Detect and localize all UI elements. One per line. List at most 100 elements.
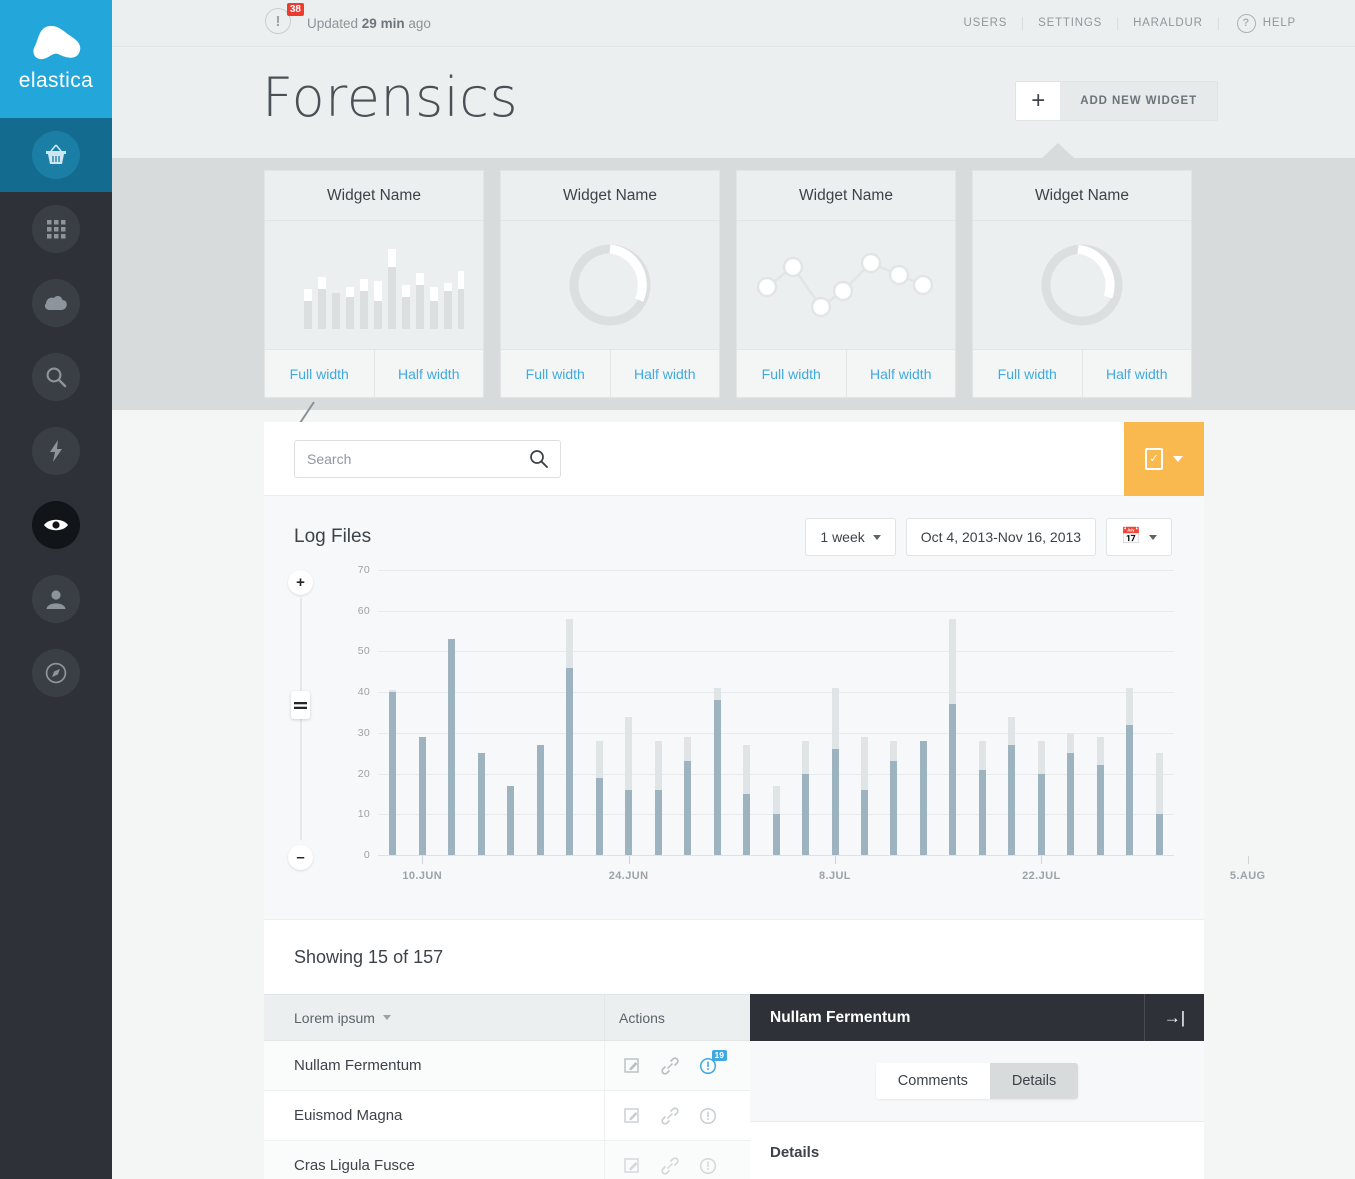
link-icon[interactable]	[661, 1106, 679, 1125]
bar-slot	[673, 570, 702, 855]
y-axis-tick: 70	[357, 564, 370, 576]
link-icon[interactable]	[661, 1056, 679, 1075]
table-row[interactable]: Nullam Fermentum 19	[264, 1040, 750, 1091]
widget-card[interactable]: Widget Name Full width Half width	[736, 170, 956, 398]
chart-bar[interactable]	[595, 741, 603, 855]
bar-slot	[909, 570, 938, 855]
table-row[interactable]: Euismod Magna	[264, 1090, 750, 1141]
search-input[interactable]	[307, 450, 529, 467]
table-row[interactable]: Cras Ligula Fusce	[264, 1140, 750, 1179]
widget-half-width-button[interactable]: Half width	[847, 350, 956, 397]
row-actions	[604, 1140, 750, 1179]
chart-bar[interactable]	[477, 753, 485, 855]
chart-bar[interactable]	[743, 745, 751, 855]
chart-bar[interactable]	[713, 688, 721, 855]
chart-bar[interactable]	[949, 618, 957, 855]
sidebar-item-cloud[interactable]	[0, 266, 112, 340]
alert-icon[interactable]: 19	[699, 1049, 727, 1075]
bar-segment-lower	[949, 704, 957, 855]
widget-full-width-button[interactable]: Full width	[265, 350, 375, 397]
date-range-display[interactable]: Oct 4, 2013-Nov 16, 2013	[905, 518, 1097, 556]
search-icon[interactable]	[529, 449, 548, 468]
search-field-wrapper[interactable]	[294, 439, 561, 478]
x-axis-ticks	[378, 856, 1249, 865]
column-header-name-label: Lorem ipsum	[294, 1009, 375, 1026]
widget-full-width-button[interactable]: Full width	[973, 350, 1083, 397]
widget-card[interactable]: Widget Name Full width Half width	[500, 170, 720, 398]
topnav-help[interactable]: ? HELP	[1219, 13, 1311, 33]
topnav-users[interactable]: USERS	[949, 16, 1024, 30]
chart-bar[interactable]	[860, 736, 868, 855]
link-icon[interactable]	[661, 1156, 679, 1175]
chart-bar[interactable]	[389, 690, 397, 855]
chart-bar[interactable]	[978, 741, 986, 855]
chart-bar[interactable]	[418, 736, 426, 855]
bar-slot	[1056, 570, 1085, 855]
topnav-settings[interactable]: SETTINGS	[1023, 16, 1119, 30]
chart-bar[interactable]	[890, 741, 898, 855]
zoom-slider-track[interactable]	[300, 598, 302, 840]
bar-segment-upper	[625, 716, 633, 790]
zoom-in-button[interactable]: +	[288, 570, 313, 595]
x-axis-tick-mark	[834, 856, 836, 864]
sidebar-item-basket[interactable]	[0, 118, 112, 192]
sort-caret-icon[interactable]	[382, 1015, 391, 1020]
bar-slot	[614, 570, 643, 855]
bar-slot	[1145, 570, 1174, 855]
chart-bar[interactable]	[536, 745, 544, 855]
widget-card[interactable]: Widget Name Full width Half width	[972, 170, 1192, 398]
edit-icon[interactable]	[623, 1107, 641, 1125]
edit-icon[interactable]	[623, 1057, 641, 1075]
interval-select[interactable]: 1 week	[805, 518, 896, 556]
brand-logo[interactable]: elastica	[0, 0, 112, 118]
widget-half-width-button[interactable]: Half width	[611, 350, 720, 397]
chart-bar[interactable]	[772, 785, 780, 855]
chart-bar[interactable]	[1096, 736, 1104, 855]
sidebar-item-forensics[interactable]	[0, 488, 112, 562]
chart-bar[interactable]	[625, 716, 633, 855]
chart-bar[interactable]	[1155, 753, 1163, 855]
chart-bar[interactable]	[1008, 716, 1016, 855]
tab-details[interactable]: Details	[989, 1063, 1079, 1099]
topnav-user-haraldur[interactable]: HARALDUR	[1118, 16, 1219, 30]
sidebar-item-search[interactable]	[0, 340, 112, 414]
sidebar-item-apps[interactable]	[0, 192, 112, 266]
bulk-select-button[interactable]: ✓	[1124, 422, 1204, 496]
sidebar-item-profile[interactable]	[0, 562, 112, 636]
alert-icon[interactable]	[699, 1157, 717, 1175]
zoom-slider-handle[interactable]	[291, 691, 310, 719]
zoom-out-button[interactable]: –	[288, 845, 313, 870]
chart-bar[interactable]	[802, 741, 810, 855]
widget-preview-line-chart	[737, 221, 955, 349]
chart-bar[interactable]	[1067, 732, 1075, 855]
bar-slot	[791, 570, 820, 855]
edit-icon[interactable]	[623, 1157, 641, 1175]
add-new-widget-button[interactable]: + ADD NEW WIDGET	[1015, 81, 1218, 121]
widget-half-width-button[interactable]: Half width	[375, 350, 484, 397]
sidebar-item-bolt[interactable]	[0, 414, 112, 488]
chart-bar[interactable]	[684, 736, 692, 855]
widget-full-width-button[interactable]: Full width	[737, 350, 847, 397]
widget-card-title: Widget Name	[501, 171, 719, 221]
chart-bar[interactable]	[1037, 741, 1045, 855]
calendar-picker-button[interactable]: 📅	[1106, 518, 1172, 556]
chart-bar[interactable]	[566, 618, 574, 855]
tab-comments[interactable]: Comments	[875, 1063, 990, 1099]
chart-bar[interactable]	[507, 785, 515, 855]
chart-bar[interactable]	[919, 741, 927, 855]
chart-bar[interactable]	[654, 741, 662, 855]
collapse-right-icon[interactable]: →|	[1144, 994, 1204, 1041]
bar-slot	[584, 570, 613, 855]
widget-half-width-button[interactable]: Half width	[1083, 350, 1192, 397]
chart-bar[interactable]	[1126, 688, 1134, 855]
widget-card[interactable]: Widget Name Full width Half width	[264, 170, 484, 398]
alert-indicator[interactable]: ! 38	[265, 3, 304, 38]
chart-bar[interactable]	[831, 688, 839, 855]
chart-zoom-slider[interactable]: + –	[288, 570, 330, 870]
sidebar-item-explore[interactable]	[0, 636, 112, 710]
widget-full-width-button[interactable]: Full width	[501, 350, 611, 397]
chart-bar[interactable]	[448, 639, 456, 855]
alert-icon[interactable]	[699, 1107, 717, 1125]
chevron-down-icon[interactable]	[1173, 456, 1183, 462]
column-header-name[interactable]: Lorem ipsum	[264, 1010, 604, 1026]
